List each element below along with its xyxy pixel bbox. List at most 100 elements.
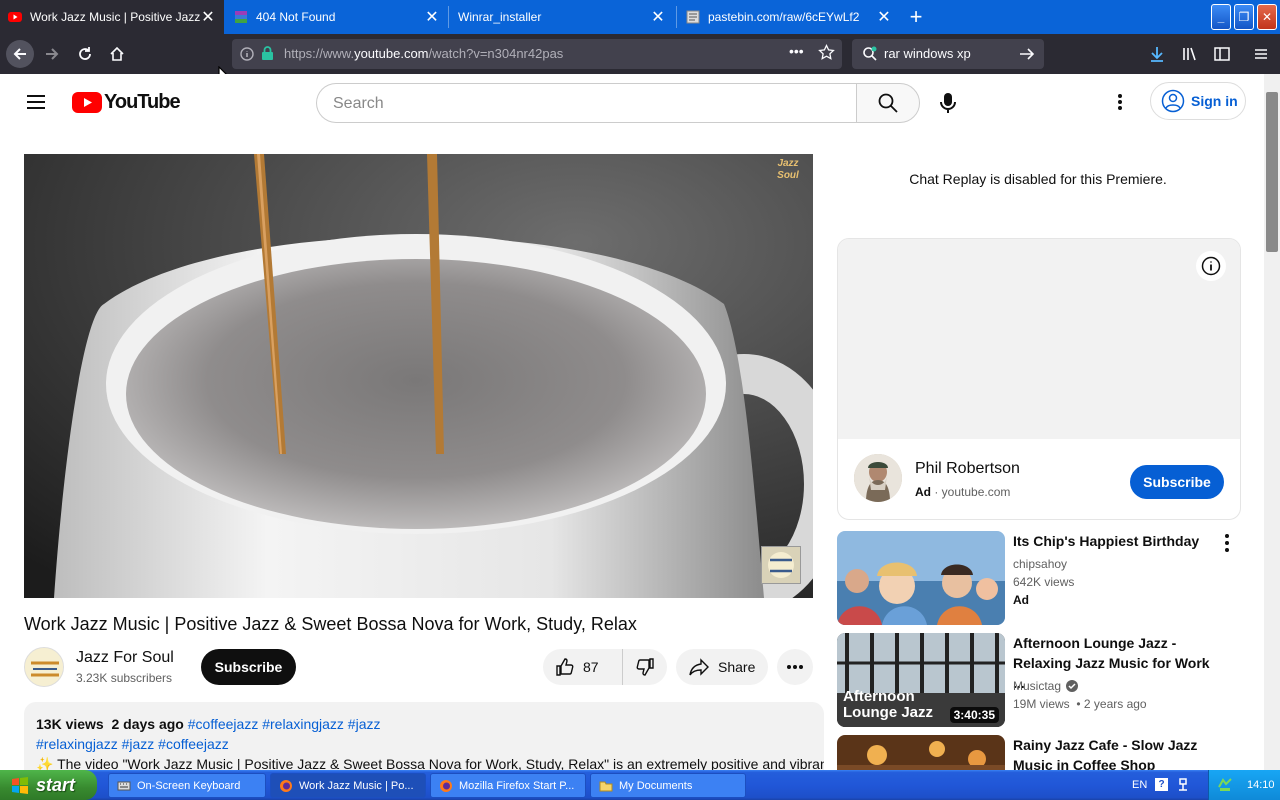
- tab-title: Winrar_installer: [458, 10, 542, 24]
- search-icon: [878, 93, 898, 113]
- taskbar-item-label: On-Screen Keyboard: [137, 779, 241, 792]
- forward-button[interactable]: [38, 40, 66, 68]
- lock-icon[interactable]: [261, 46, 274, 66]
- help-icon[interactable]: ?: [1155, 778, 1168, 791]
- ad-info-icon[interactable]: [1196, 251, 1226, 281]
- page-actions-icon[interactable]: •••: [789, 43, 804, 59]
- channel-branding-icon[interactable]: [761, 546, 801, 584]
- dislike-button[interactable]: [623, 649, 667, 685]
- system-tray: 14:10: [1208, 770, 1280, 800]
- hashtags-line-2[interactable]: #relaxingjazz #jazz #coffeejazz: [36, 734, 812, 754]
- tab-close-icon[interactable]: ✕: [200, 9, 216, 26]
- taskbar-item-my-documents[interactable]: My Documents: [590, 773, 746, 798]
- subscribe-button[interactable]: Subscribe: [201, 649, 296, 685]
- ad-card[interactable]: Phil Robertson Ad · youtube.com Subscrib…: [837, 238, 1241, 520]
- search-bar[interactable]: rar windows xp: [852, 39, 1044, 69]
- downloads-button[interactable]: [1143, 40, 1171, 68]
- network-icon[interactable]: [1217, 777, 1233, 793]
- recommendation-item[interactable]: Afternoon Lounge Jazz 3:40:35 Afternoon …: [837, 633, 1241, 727]
- taskbar-item-firefox-start[interactable]: Mozilla Firefox Start P...: [430, 773, 586, 798]
- video-thumbnail[interactable]: [837, 735, 1005, 770]
- tab-youtube[interactable]: Work Jazz Music | Positive Jazz & S ✕: [0, 0, 224, 34]
- hashtags-line-1[interactable]: #coffeejazz #relaxingjazz #jazz: [188, 716, 381, 732]
- tab-winrar[interactable]: Winrar_installer ✕: [450, 0, 674, 34]
- channel-name[interactable]: Jazz For Soul: [76, 649, 174, 667]
- home-button[interactable]: [103, 40, 131, 68]
- library-icon: [1183, 47, 1196, 61]
- page-favicon-icon: [686, 10, 700, 24]
- more-actions-button[interactable]: [777, 649, 813, 685]
- recommendation-channel-row[interactable]: Musictag: [1013, 679, 1079, 693]
- recommendation-channel[interactable]: Musictag: [1013, 679, 1061, 693]
- close-window-button[interactable]: ✕: [1257, 4, 1277, 30]
- tab-close-icon[interactable]: ✕: [876, 9, 892, 26]
- recommendation-channel[interactable]: chipsahoy: [1013, 557, 1067, 571]
- youtube-logo[interactable]: YouTube: [72, 91, 181, 114]
- youtube-logo-text: YouTube: [104, 91, 181, 113]
- more-horizontal-icon: [787, 665, 803, 669]
- new-tab-button[interactable]: +: [903, 4, 929, 30]
- sign-in-button[interactable]: Sign in: [1150, 82, 1246, 120]
- voice-search-icon[interactable]: [938, 92, 958, 119]
- recommendation-title[interactable]: Rainy Jazz Cafe - Slow Jazz Music in Cof…: [1013, 735, 1213, 770]
- scrollbar-thumb[interactable]: [1266, 92, 1278, 252]
- taskbar-item-label: Mozilla Firefox Start P...: [459, 779, 575, 792]
- video-player[interactable]: Jazz Soul: [24, 154, 813, 598]
- hamburger-icon: [1255, 49, 1267, 59]
- ad-advertiser-avatar[interactable]: [854, 454, 902, 502]
- bookmark-star-icon[interactable]: [818, 43, 835, 66]
- youtube-search-button[interactable]: [856, 83, 920, 123]
- taskbar-item-keyboard[interactable]: On-Screen Keyboard: [108, 773, 266, 798]
- ad-label: Ad: [915, 485, 931, 499]
- tab-title: 404 Not Found: [256, 10, 336, 24]
- winrar-favicon-icon: [234, 10, 248, 24]
- video-thumbnail[interactable]: Afternoon Lounge Jazz 3:40:35: [837, 633, 1005, 727]
- page-scrollbar[interactable]: [1264, 74, 1280, 770]
- reload-button[interactable]: [71, 40, 99, 68]
- library-button[interactable]: [1176, 40, 1204, 68]
- video-thumbnail[interactable]: [837, 531, 1005, 625]
- tab-close-icon[interactable]: ✕: [424, 9, 440, 26]
- language-indicator[interactable]: EN: [1132, 779, 1147, 791]
- ad-banner[interactable]: [838, 239, 1240, 439]
- recommendation-item[interactable]: Its Chip's Happiest Birthday chipsahoy 6…: [837, 531, 1241, 625]
- info-icon[interactable]: [240, 47, 254, 66]
- windows-logo-icon: [12, 777, 28, 794]
- guide-menu-icon[interactable]: [24, 90, 48, 119]
- tab-separator: [448, 6, 449, 28]
- recommendation-item[interactable]: Rainy Jazz Cafe - Slow Jazz Music in Cof…: [837, 735, 1241, 770]
- start-button[interactable]: start: [0, 770, 97, 800]
- back-button[interactable]: [6, 40, 34, 68]
- search-engine-icon[interactable]: [862, 46, 878, 67]
- account-icon: [1161, 89, 1185, 113]
- clock[interactable]: 14:10: [1247, 779, 1275, 791]
- verified-check-icon: [1066, 680, 1079, 692]
- taskbar-item-firefox-youtube[interactable]: Work Jazz Music | Po...: [270, 773, 426, 798]
- channel-subscribers: 3.23K subscribers: [76, 671, 173, 685]
- settings-more-icon[interactable]: [1111, 92, 1129, 117]
- firefox-icon: [440, 779, 452, 792]
- safely-remove-icon[interactable]: [1176, 777, 1190, 793]
- share-button[interactable]: Share: [676, 649, 768, 685]
- search-bar-text: rar windows xp: [884, 46, 971, 61]
- tab-pastebin[interactable]: pastebin.com/raw/6cEYwLf2 ✕: [678, 0, 900, 34]
- menu-button[interactable]: [1247, 40, 1275, 68]
- recommendation-meta: 19M views • 2 years ago: [1013, 697, 1147, 711]
- ad-subscribe-button[interactable]: Subscribe: [1130, 465, 1224, 499]
- more-options-icon[interactable]: [1219, 533, 1235, 553]
- sidebar-toggle-button[interactable]: [1208, 40, 1236, 68]
- restore-button[interactable]: ❐: [1234, 4, 1254, 30]
- ad-advertiser-name[interactable]: Phil Robertson: [915, 460, 1020, 478]
- like-button[interactable]: 87: [543, 649, 623, 685]
- recommendation-title[interactable]: Its Chip's Happiest Birthday: [1013, 531, 1213, 551]
- tab-404[interactable]: 404 Not Found ✕: [226, 0, 448, 34]
- minimize-button[interactable]: _: [1211, 4, 1231, 30]
- channel-avatar[interactable]: [24, 647, 64, 687]
- go-arrow-icon[interactable]: [1018, 45, 1036, 68]
- tab-close-icon[interactable]: ✕: [650, 9, 666, 26]
- youtube-search-input[interactable]: Search: [316, 83, 857, 123]
- like-count: 87: [583, 659, 599, 675]
- address-bar[interactable]: https://www.youtube.com/watch?v=n304nr42…: [232, 39, 842, 69]
- keyboard-icon: [117, 781, 131, 790]
- sidebar-icon: [1214, 47, 1230, 61]
